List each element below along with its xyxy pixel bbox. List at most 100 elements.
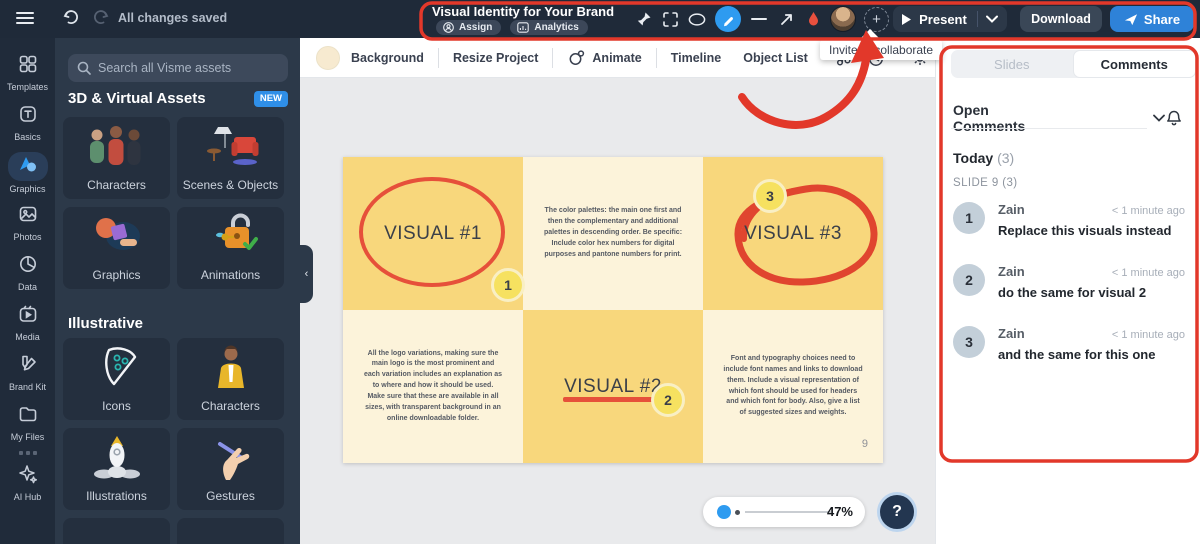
assign-button[interactable]: Assign [436, 20, 502, 35]
filter-chevron-down-icon[interactable] [1153, 114, 1165, 122]
invite-collaborate-tooltip: Invite to collaborate [820, 40, 943, 60]
sidebar-item-media[interactable]: Media [0, 298, 55, 348]
hamburger-menu-icon[interactable] [16, 12, 34, 27]
slide-panel-visual-3[interactable]: VISUAL #3 3 [703, 157, 883, 310]
background-button[interactable]: Background [351, 51, 424, 65]
save-status: All changes saved [118, 11, 228, 25]
asset-card-illustrative-characters[interactable]: Characters [177, 338, 284, 420]
canvas-area[interactable]: VISUAL #1 1 The color palettes: the main… [300, 78, 935, 544]
sidebar-label: AI Hub [13, 492, 42, 502]
sidebar-label: Templates [6, 82, 49, 92]
arrow-tool-icon[interactable] [777, 10, 795, 28]
project-title[interactable]: Visual Identity for Your Brand [432, 4, 614, 19]
asset-card-3d-graphics[interactable]: Graphics [63, 207, 170, 289]
search-icon [77, 61, 91, 75]
zoom-slider-thumb[interactable] [717, 505, 731, 519]
comments-filter[interactable]: Open Comments [953, 102, 1061, 134]
comment-marker-2[interactable]: 2 [651, 383, 685, 417]
assign-person-icon [443, 21, 454, 33]
asset-card-3d-characters[interactable]: Characters [63, 117, 170, 199]
fonts-copy: Font and typography choices need to incl… [723, 354, 863, 417]
left-rail: Templates Basics Graphics Photos Data Me… [0, 38, 55, 544]
help-button[interactable]: ? [880, 495, 914, 529]
asset-card-gestures[interactable]: Gestures [177, 428, 284, 510]
asset-card-label: Illustrations [86, 489, 147, 503]
tab-slides[interactable]: Slides [951, 50, 1073, 78]
comment-item[interactable]: 1 Zain < 1 minute ago Replace this visual… [953, 202, 1185, 238]
photos-icon [18, 204, 38, 229]
pin-tool-icon[interactable] [634, 10, 652, 28]
redo-icon[interactable] [92, 9, 110, 32]
comments-group-slide: SLIDE 9 (3) [953, 177, 1018, 189]
animate-icon[interactable] [567, 49, 585, 67]
asset-card-animations[interactable]: Animations [177, 207, 284, 289]
slide-panel-logos-text[interactable]: All the logo variations, making sure the… [343, 310, 523, 463]
object-list-button[interactable]: Object List [743, 51, 808, 65]
asset-card-label: Gestures [206, 489, 255, 503]
comment-item[interactable]: 2 Zain < 1 minute ago do the same for vis… [953, 264, 1185, 300]
color-drop-tool-icon[interactable] [804, 10, 822, 28]
new-badge: NEW [253, 91, 288, 107]
zoom-slider-track[interactable] [745, 511, 831, 513]
zoom-percentage[interactable]: 47% [827, 504, 853, 519]
comments-group-today: Today (3) [953, 150, 1014, 166]
sidebar-item-ai-hub[interactable]: AI Hub [0, 458, 55, 508]
sidebar-item-photos[interactable]: Photos [0, 198, 55, 248]
line-tool-icon[interactable] [750, 10, 768, 28]
sidebar-item-my-files[interactable]: My Files [0, 398, 55, 448]
pen-tool-icon[interactable] [715, 6, 741, 32]
sidebar-label: Graphics [9, 184, 46, 194]
asset-card-partial[interactable] [177, 518, 284, 544]
ellipse-tool-icon[interactable] [688, 10, 706, 28]
sidebar-label: Data [17, 282, 37, 292]
sidebar-item-brand-kit[interactable]: Brand Kit [0, 348, 55, 398]
comment-number-badge[interactable]: 1 [953, 202, 985, 234]
share-button[interactable]: Share [1110, 6, 1194, 32]
data-icon [18, 254, 38, 279]
download-button[interactable]: Download [1020, 6, 1102, 32]
sidebar-item-templates[interactable]: Templates [0, 48, 55, 98]
illustrative-characters-thumbnail [217, 345, 244, 388]
present-chevron-down-icon[interactable] [985, 15, 998, 23]
panel-collapse-handle[interactable]: ‹ [300, 245, 313, 303]
slide-panel-visual-2[interactable]: VISUAL #2 2 [523, 310, 703, 463]
comment-number-badge[interactable]: 2 [953, 264, 985, 296]
present-button[interactable]: Present [893, 6, 1007, 32]
asset-card-scenes-objects[interactable]: Scenes & Objects [177, 117, 284, 199]
asset-search[interactable] [68, 54, 288, 82]
panel-tabs: Slides Comments [951, 50, 1196, 78]
slide-panel-fonts-text[interactable]: Font and typography choices need to incl… [703, 310, 883, 463]
asset-card-partial[interactable] [63, 518, 170, 544]
comment-time: < 1 minute ago [1111, 205, 1185, 217]
slide-panel-palettes-text[interactable]: The color palettes: the main one first a… [523, 157, 703, 310]
comment-number-badge[interactable]: 3 [953, 326, 985, 358]
selection-frame-tool-icon[interactable] [661, 10, 679, 28]
user-avatar[interactable] [830, 6, 856, 32]
resize-project-button[interactable]: Resize Project [453, 51, 538, 65]
asset-card-icons[interactable]: Icons [63, 338, 170, 420]
background-color-swatch[interactable] [316, 45, 340, 70]
analytics-button[interactable]: Analytics [510, 20, 588, 35]
slide-panel-visual-1[interactable]: VISUAL #1 1 [343, 157, 525, 310]
search-input[interactable] [98, 61, 268, 75]
sidebar-item-basics[interactable]: Basics [0, 98, 55, 148]
slide-9[interactable]: VISUAL #1 1 The color palettes: the main… [343, 157, 883, 463]
asset-card-label: Icons [102, 399, 131, 413]
section-title-3d: 3D & Virtual Assets [68, 90, 206, 107]
tab-comments[interactable]: Comments [1072, 50, 1196, 78]
undo-icon[interactable] [62, 9, 80, 32]
notifications-bell-icon[interactable] [1165, 109, 1183, 128]
asset-card-illustrations[interactable]: Illustrations [63, 428, 170, 510]
sidebar-item-graphics[interactable]: Graphics [0, 148, 55, 198]
asset-card-label: Characters [201, 399, 260, 413]
comment-marker-1[interactable]: 1 [491, 268, 525, 302]
rail-section-divider [18, 451, 37, 455]
timeline-button[interactable]: Timeline [671, 51, 721, 65]
analytics-chart-icon [517, 21, 530, 33]
sidebar-item-data[interactable]: Data [0, 248, 55, 298]
comment-item[interactable]: 3 Zain < 1 minute ago and the same for th… [953, 326, 1185, 362]
today-count: (3) [997, 150, 1015, 166]
comment-marker-3[interactable]: 3 [753, 179, 787, 213]
today-label: Today [953, 150, 994, 166]
animate-button[interactable]: Animate [592, 51, 641, 65]
